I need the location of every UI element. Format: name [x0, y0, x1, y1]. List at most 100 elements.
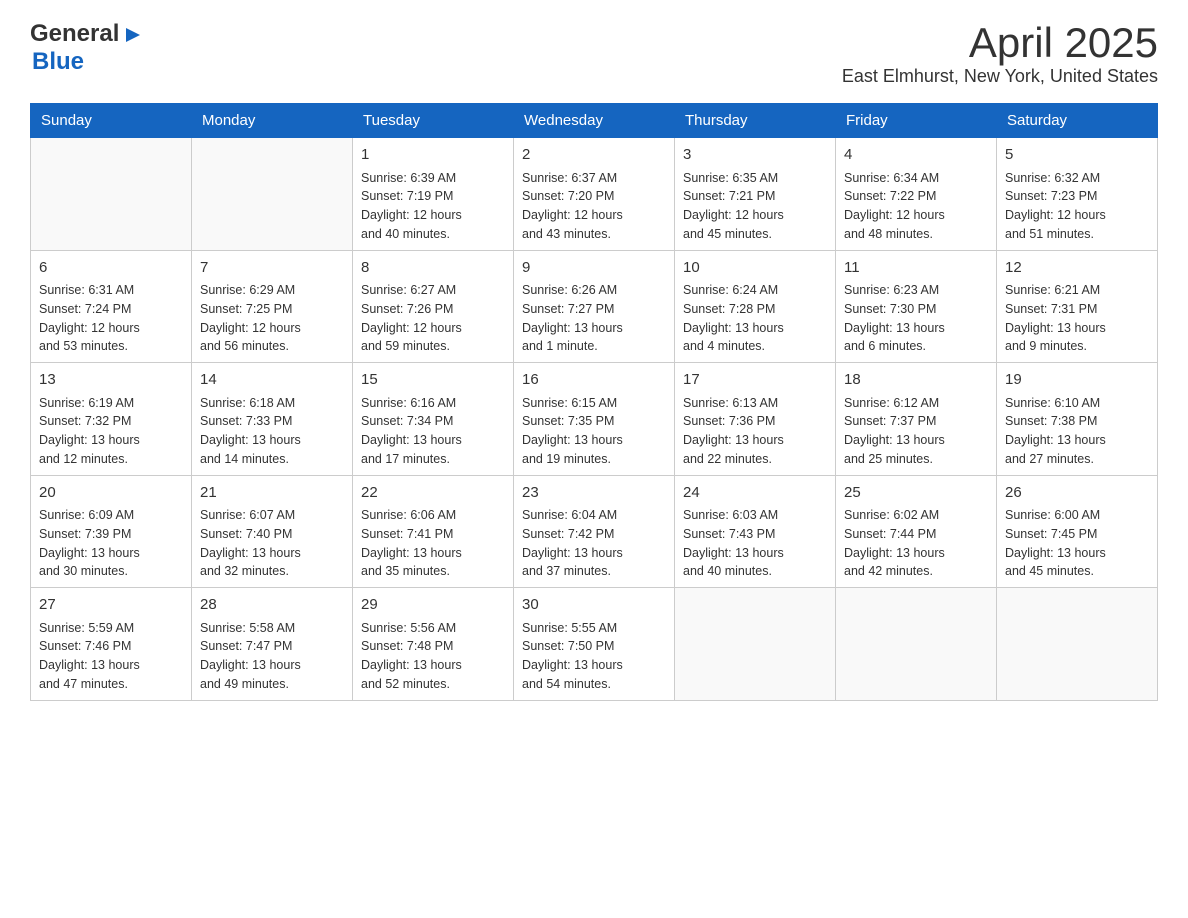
calendar-cell: [836, 588, 997, 701]
day-number: 15: [361, 369, 505, 392]
day-number: 3: [683, 144, 827, 167]
calendar-cell: 2Sunrise: 6:37 AM Sunset: 7:20 PM Daylig…: [514, 138, 675, 251]
calendar-cell: [192, 138, 353, 251]
calendar-cell: 15Sunrise: 6:16 AM Sunset: 7:34 PM Dayli…: [353, 363, 514, 476]
day-info: Sunrise: 6:03 AM Sunset: 7:43 PM Dayligh…: [683, 506, 827, 581]
calendar-week-row: 20Sunrise: 6:09 AM Sunset: 7:39 PM Dayli…: [31, 475, 1158, 588]
day-number: 20: [39, 482, 183, 505]
day-number: 5: [1005, 144, 1149, 167]
day-number: 26: [1005, 482, 1149, 505]
calendar-cell: 10Sunrise: 6:24 AM Sunset: 7:28 PM Dayli…: [675, 250, 836, 363]
calendar-cell: 9Sunrise: 6:26 AM Sunset: 7:27 PM Daylig…: [514, 250, 675, 363]
calendar-cell: 30Sunrise: 5:55 AM Sunset: 7:50 PM Dayli…: [514, 588, 675, 701]
calendar-table: SundayMondayTuesdayWednesdayThursdayFrid…: [30, 103, 1158, 701]
day-info: Sunrise: 6:39 AM Sunset: 7:19 PM Dayligh…: [361, 169, 505, 244]
day-of-week-header: Tuesday: [353, 104, 514, 138]
day-number: 30: [522, 594, 666, 617]
day-number: 12: [1005, 257, 1149, 280]
day-number: 11: [844, 257, 988, 280]
calendar-cell: 19Sunrise: 6:10 AM Sunset: 7:38 PM Dayli…: [997, 363, 1158, 476]
calendar-week-row: 13Sunrise: 6:19 AM Sunset: 7:32 PM Dayli…: [31, 363, 1158, 476]
day-number: 16: [522, 369, 666, 392]
day-number: 1: [361, 144, 505, 167]
day-info: Sunrise: 6:18 AM Sunset: 7:33 PM Dayligh…: [200, 394, 344, 469]
location-title: East Elmhurst, New York, United States: [842, 66, 1158, 87]
day-info: Sunrise: 6:26 AM Sunset: 7:27 PM Dayligh…: [522, 281, 666, 356]
day-number: 23: [522, 482, 666, 505]
day-number: 4: [844, 144, 988, 167]
day-number: 27: [39, 594, 183, 617]
day-info: Sunrise: 6:29 AM Sunset: 7:25 PM Dayligh…: [200, 281, 344, 356]
day-number: 29: [361, 594, 505, 617]
day-number: 21: [200, 482, 344, 505]
day-number: 6: [39, 257, 183, 280]
day-of-week-header: Saturday: [997, 104, 1158, 138]
calendar-cell: 14Sunrise: 6:18 AM Sunset: 7:33 PM Dayli…: [192, 363, 353, 476]
day-info: Sunrise: 6:16 AM Sunset: 7:34 PM Dayligh…: [361, 394, 505, 469]
calendar-cell: 18Sunrise: 6:12 AM Sunset: 7:37 PM Dayli…: [836, 363, 997, 476]
day-info: Sunrise: 6:15 AM Sunset: 7:35 PM Dayligh…: [522, 394, 666, 469]
day-number: 25: [844, 482, 988, 505]
calendar-cell: [997, 588, 1158, 701]
day-number: 10: [683, 257, 827, 280]
calendar-cell: 20Sunrise: 6:09 AM Sunset: 7:39 PM Dayli…: [31, 475, 192, 588]
page-header: General Blue April 2025 East Elmhurst, N…: [30, 20, 1158, 87]
day-info: Sunrise: 6:31 AM Sunset: 7:24 PM Dayligh…: [39, 281, 183, 356]
day-number: 17: [683, 369, 827, 392]
calendar-cell: 24Sunrise: 6:03 AM Sunset: 7:43 PM Dayli…: [675, 475, 836, 588]
calendar-cell: 1Sunrise: 6:39 AM Sunset: 7:19 PM Daylig…: [353, 138, 514, 251]
day-info: Sunrise: 5:58 AM Sunset: 7:47 PM Dayligh…: [200, 619, 344, 694]
month-title: April 2025: [842, 20, 1158, 66]
calendar-cell: 6Sunrise: 6:31 AM Sunset: 7:24 PM Daylig…: [31, 250, 192, 363]
day-info: Sunrise: 6:34 AM Sunset: 7:22 PM Dayligh…: [844, 169, 988, 244]
day-info: Sunrise: 6:06 AM Sunset: 7:41 PM Dayligh…: [361, 506, 505, 581]
day-info: Sunrise: 6:07 AM Sunset: 7:40 PM Dayligh…: [200, 506, 344, 581]
calendar-cell: 26Sunrise: 6:00 AM Sunset: 7:45 PM Dayli…: [997, 475, 1158, 588]
day-info: Sunrise: 6:35 AM Sunset: 7:21 PM Dayligh…: [683, 169, 827, 244]
calendar-cell: 25Sunrise: 6:02 AM Sunset: 7:44 PM Dayli…: [836, 475, 997, 588]
logo-general-text: General: [30, 20, 119, 48]
day-info: Sunrise: 6:32 AM Sunset: 7:23 PM Dayligh…: [1005, 169, 1149, 244]
day-number: 2: [522, 144, 666, 167]
calendar-header: SundayMondayTuesdayWednesdayThursdayFrid…: [31, 104, 1158, 138]
calendar-body: 1Sunrise: 6:39 AM Sunset: 7:19 PM Daylig…: [31, 138, 1158, 701]
calendar-week-row: 1Sunrise: 6:39 AM Sunset: 7:19 PM Daylig…: [31, 138, 1158, 251]
calendar-cell: 27Sunrise: 5:59 AM Sunset: 7:46 PM Dayli…: [31, 588, 192, 701]
day-info: Sunrise: 5:59 AM Sunset: 7:46 PM Dayligh…: [39, 619, 183, 694]
day-number: 9: [522, 257, 666, 280]
day-info: Sunrise: 6:02 AM Sunset: 7:44 PM Dayligh…: [844, 506, 988, 581]
day-info: Sunrise: 6:12 AM Sunset: 7:37 PM Dayligh…: [844, 394, 988, 469]
day-number: 22: [361, 482, 505, 505]
day-number: 24: [683, 482, 827, 505]
calendar-cell: 5Sunrise: 6:32 AM Sunset: 7:23 PM Daylig…: [997, 138, 1158, 251]
logo-triangle-icon: [122, 24, 144, 46]
day-header-row: SundayMondayTuesdayWednesdayThursdayFrid…: [31, 104, 1158, 138]
day-number: 7: [200, 257, 344, 280]
logo: General Blue: [30, 20, 144, 76]
day-info: Sunrise: 6:21 AM Sunset: 7:31 PM Dayligh…: [1005, 281, 1149, 356]
day-number: 8: [361, 257, 505, 280]
calendar-cell: 3Sunrise: 6:35 AM Sunset: 7:21 PM Daylig…: [675, 138, 836, 251]
day-info: Sunrise: 6:09 AM Sunset: 7:39 PM Dayligh…: [39, 506, 183, 581]
day-info: Sunrise: 6:24 AM Sunset: 7:28 PM Dayligh…: [683, 281, 827, 356]
calendar-cell: 21Sunrise: 6:07 AM Sunset: 7:40 PM Dayli…: [192, 475, 353, 588]
day-of-week-header: Monday: [192, 104, 353, 138]
day-info: Sunrise: 6:00 AM Sunset: 7:45 PM Dayligh…: [1005, 506, 1149, 581]
day-number: 14: [200, 369, 344, 392]
calendar-cell: 22Sunrise: 6:06 AM Sunset: 7:41 PM Dayli…: [353, 475, 514, 588]
calendar-cell: 11Sunrise: 6:23 AM Sunset: 7:30 PM Dayli…: [836, 250, 997, 363]
day-info: Sunrise: 6:27 AM Sunset: 7:26 PM Dayligh…: [361, 281, 505, 356]
day-info: Sunrise: 6:10 AM Sunset: 7:38 PM Dayligh…: [1005, 394, 1149, 469]
calendar-cell: 28Sunrise: 5:58 AM Sunset: 7:47 PM Dayli…: [192, 588, 353, 701]
day-number: 19: [1005, 369, 1149, 392]
day-info: Sunrise: 6:19 AM Sunset: 7:32 PM Dayligh…: [39, 394, 183, 469]
day-of-week-header: Sunday: [31, 104, 192, 138]
day-of-week-header: Friday: [836, 104, 997, 138]
day-info: Sunrise: 5:56 AM Sunset: 7:48 PM Dayligh…: [361, 619, 505, 694]
day-info: Sunrise: 6:37 AM Sunset: 7:20 PM Dayligh…: [522, 169, 666, 244]
day-number: 18: [844, 369, 988, 392]
day-of-week-header: Thursday: [675, 104, 836, 138]
day-of-week-header: Wednesday: [514, 104, 675, 138]
calendar-cell: 7Sunrise: 6:29 AM Sunset: 7:25 PM Daylig…: [192, 250, 353, 363]
title-section: April 2025 East Elmhurst, New York, Unit…: [842, 20, 1158, 87]
